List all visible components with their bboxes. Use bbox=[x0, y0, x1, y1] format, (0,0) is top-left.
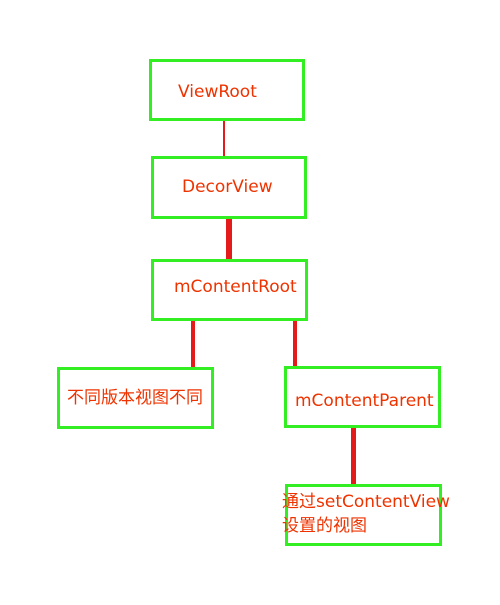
node-decorview: DecorView bbox=[151, 156, 307, 219]
view-hierarchy-diagram: ViewRoot DecorView mContentRoot 不同版本视图不同… bbox=[0, 0, 500, 605]
node-mcontentroot: mContentRoot bbox=[151, 259, 308, 321]
node-mcontentroot-label: mContentRoot bbox=[174, 277, 297, 297]
node-version-dependent-view-label: 不同版本视图不同 bbox=[67, 388, 203, 408]
edge-mcontentroot-mcontentparent bbox=[293, 321, 297, 366]
node-version-dependent-view: 不同版本视图不同 bbox=[57, 367, 214, 429]
node-mcontentparent: mContentParent bbox=[284, 366, 441, 428]
node-decorview-label: DecorView bbox=[182, 177, 273, 197]
edge-viewroot-decorview bbox=[223, 121, 225, 156]
edge-mcontentparent-setcontentview bbox=[351, 428, 356, 484]
node-viewroot: ViewRoot bbox=[149, 59, 305, 121]
node-setcontentview: 通过setContentView 设置的视图 bbox=[282, 484, 450, 546]
node-setcontentview-label-line1: 通过setContentView bbox=[282, 492, 450, 512]
node-setcontentview-label-line2: 设置的视图 bbox=[282, 516, 367, 536]
node-mcontentparent-label: mContentParent bbox=[295, 391, 434, 411]
edge-decorview-mcontentroot bbox=[226, 219, 232, 259]
node-viewroot-label: ViewRoot bbox=[178, 82, 257, 102]
edge-mcontentroot-version-view bbox=[191, 321, 195, 367]
